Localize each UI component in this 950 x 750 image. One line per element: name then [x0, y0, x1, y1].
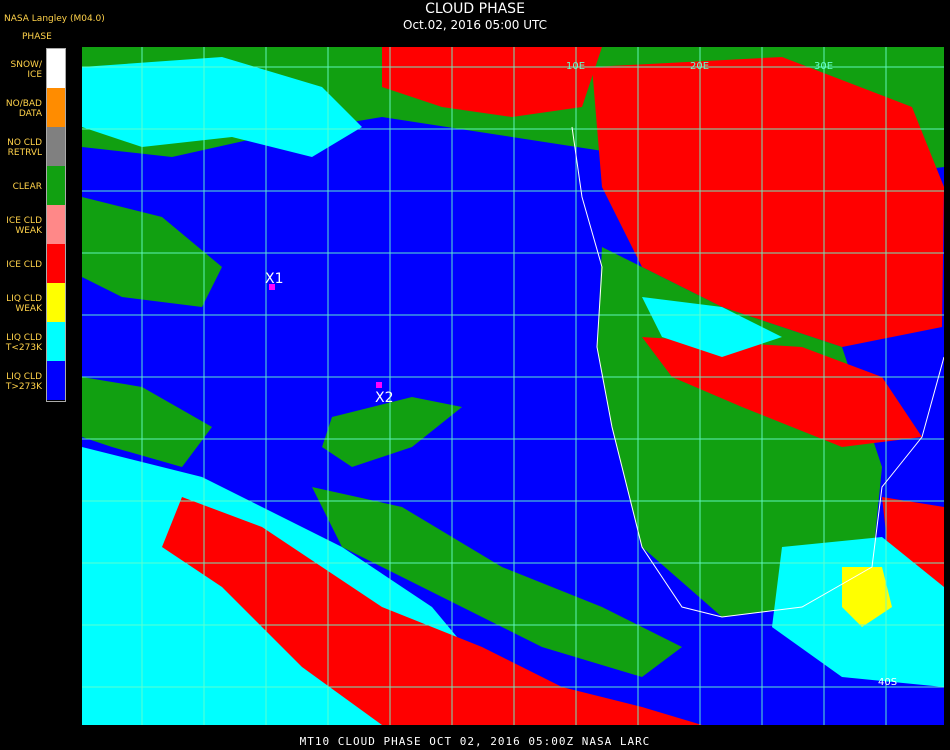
legend-swatch-no-data: [47, 88, 65, 127]
legend-label-liq-cold: LIQ CLD T<273K: [5, 333, 42, 353]
page-subtitle: Oct.02, 2016 05:00 UTC: [403, 18, 547, 32]
legend-label-liq-warm: LIQ CLD T>273K: [5, 372, 42, 392]
cloud-phase-map: 10E 20E 30E 40S X1 X2: [82, 47, 944, 725]
legend-swatch-ice-weak: [47, 205, 65, 244]
legend-swatch-liq-weak: [47, 283, 65, 322]
map-lon-label-20e: 20E: [690, 61, 709, 72]
map-lon-label-30e: 30E: [814, 61, 833, 72]
phase-legend: [46, 48, 66, 402]
legend-label-no-data: NO/BAD DATA: [5, 99, 42, 119]
legend-label-no-cloud-retrieval: NO CLD RETRVL: [7, 138, 42, 158]
legend-label-ice-weak: ICE CLD WEAK: [6, 216, 42, 236]
marker-x2-point: [376, 382, 382, 388]
page-title: CLOUD PHASE: [425, 1, 525, 17]
legend-swatch-clear: [47, 166, 65, 205]
legend-swatch-snow-ice: [47, 49, 65, 88]
marker-x2-label: X2: [375, 390, 394, 406]
footer-caption: MT10 CLOUD PHASE OCT 02, 2016 05:00Z NAS…: [299, 735, 651, 748]
legend-label-snow-ice: SNOW/ICE: [10, 60, 42, 80]
marker-x1-label: X1: [265, 271, 284, 287]
legend-title: PHASE: [22, 32, 52, 42]
legend-swatch-no-cloud-retrieval: [47, 127, 65, 166]
map-lon-label-10e: 10E: [566, 61, 585, 72]
legend-label-liq-weak: LIQ CLD WEAK: [6, 294, 42, 314]
legend-swatch-liq-warm: [47, 361, 65, 400]
legend-swatch-ice: [47, 244, 65, 283]
legend-label-clear: CLEAR: [12, 182, 42, 192]
legend-swatch-liq-cold: [47, 322, 65, 361]
map-lat-label-40s: 40S: [878, 677, 897, 688]
legend-label-ice: ICE CLD: [6, 260, 42, 270]
